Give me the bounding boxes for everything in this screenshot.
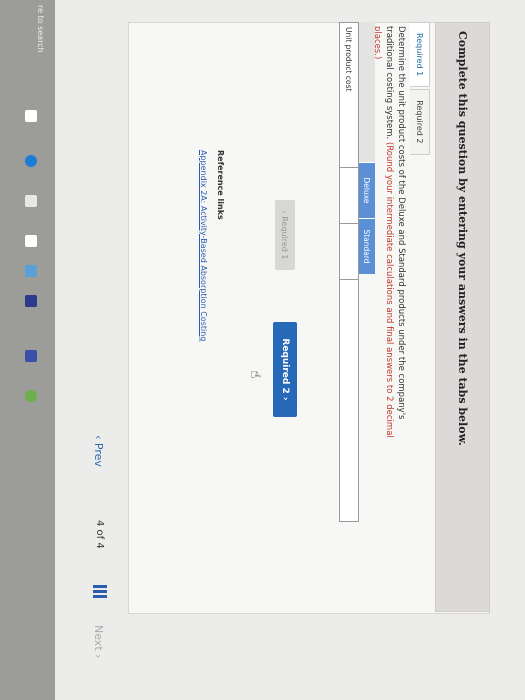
required-1-button[interactable]: ‹ Required 1 xyxy=(275,200,295,270)
prev-label: Prev xyxy=(92,442,105,467)
table-header: Deluxe Standard xyxy=(359,22,375,522)
page-count: 4 of 4 xyxy=(94,520,105,549)
column-deluxe: Deluxe xyxy=(359,162,375,218)
grid-icon[interactable] xyxy=(93,585,107,599)
required-1-label: Required 1 xyxy=(280,216,290,260)
answer-table: Deluxe Standard Unit product cost xyxy=(339,22,375,522)
instruction: Determine the unit product costs of the … xyxy=(371,26,407,456)
edge-browser-icon[interactable] xyxy=(25,155,37,167)
tab-required-2[interactable]: Required 2 xyxy=(410,89,430,155)
question-header: Complete this question by entering your … xyxy=(435,22,490,612)
header-blank xyxy=(359,22,375,162)
app-icon[interactable] xyxy=(25,350,37,362)
prev-button[interactable]: ‹ Prev xyxy=(92,435,105,467)
table-row: Unit product cost xyxy=(339,22,359,522)
tab-bar: Required 1 Required 2 xyxy=(410,22,430,157)
chevron-right-icon: › xyxy=(92,654,105,659)
required-2-button[interactable]: Required 2 › xyxy=(273,322,297,417)
store-icon[interactable] xyxy=(25,235,37,247)
deluxe-input[interactable] xyxy=(340,168,358,224)
hand-cursor-icon: ☝ xyxy=(247,370,263,379)
next-button[interactable]: Next › xyxy=(92,625,105,659)
required-2-label: Required 2 xyxy=(280,338,290,394)
task-view-icon[interactable] xyxy=(25,110,37,122)
reference-title: Reference links xyxy=(216,150,225,220)
row-label: Unit product cost xyxy=(340,23,358,168)
w-app-icon[interactable] xyxy=(25,390,37,402)
tab-required-1[interactable]: Required 1 xyxy=(410,22,430,88)
mail-icon[interactable] xyxy=(25,265,37,277)
chevron-right-icon: › xyxy=(280,393,290,401)
file-explorer-icon[interactable] xyxy=(25,195,37,207)
taskbar-search[interactable]: re to search xyxy=(36,5,45,53)
photoshop-icon[interactable] xyxy=(25,295,37,307)
chevron-left-icon: ‹ xyxy=(92,435,105,443)
screen: Complete this question by entering your … xyxy=(0,0,525,700)
column-standard: Standard xyxy=(359,218,375,274)
reference-link[interactable]: Appendix 2A: Activity-Based Absorption C… xyxy=(199,150,208,341)
standard-input[interactable] xyxy=(340,224,358,280)
next-label: Next xyxy=(92,625,105,651)
